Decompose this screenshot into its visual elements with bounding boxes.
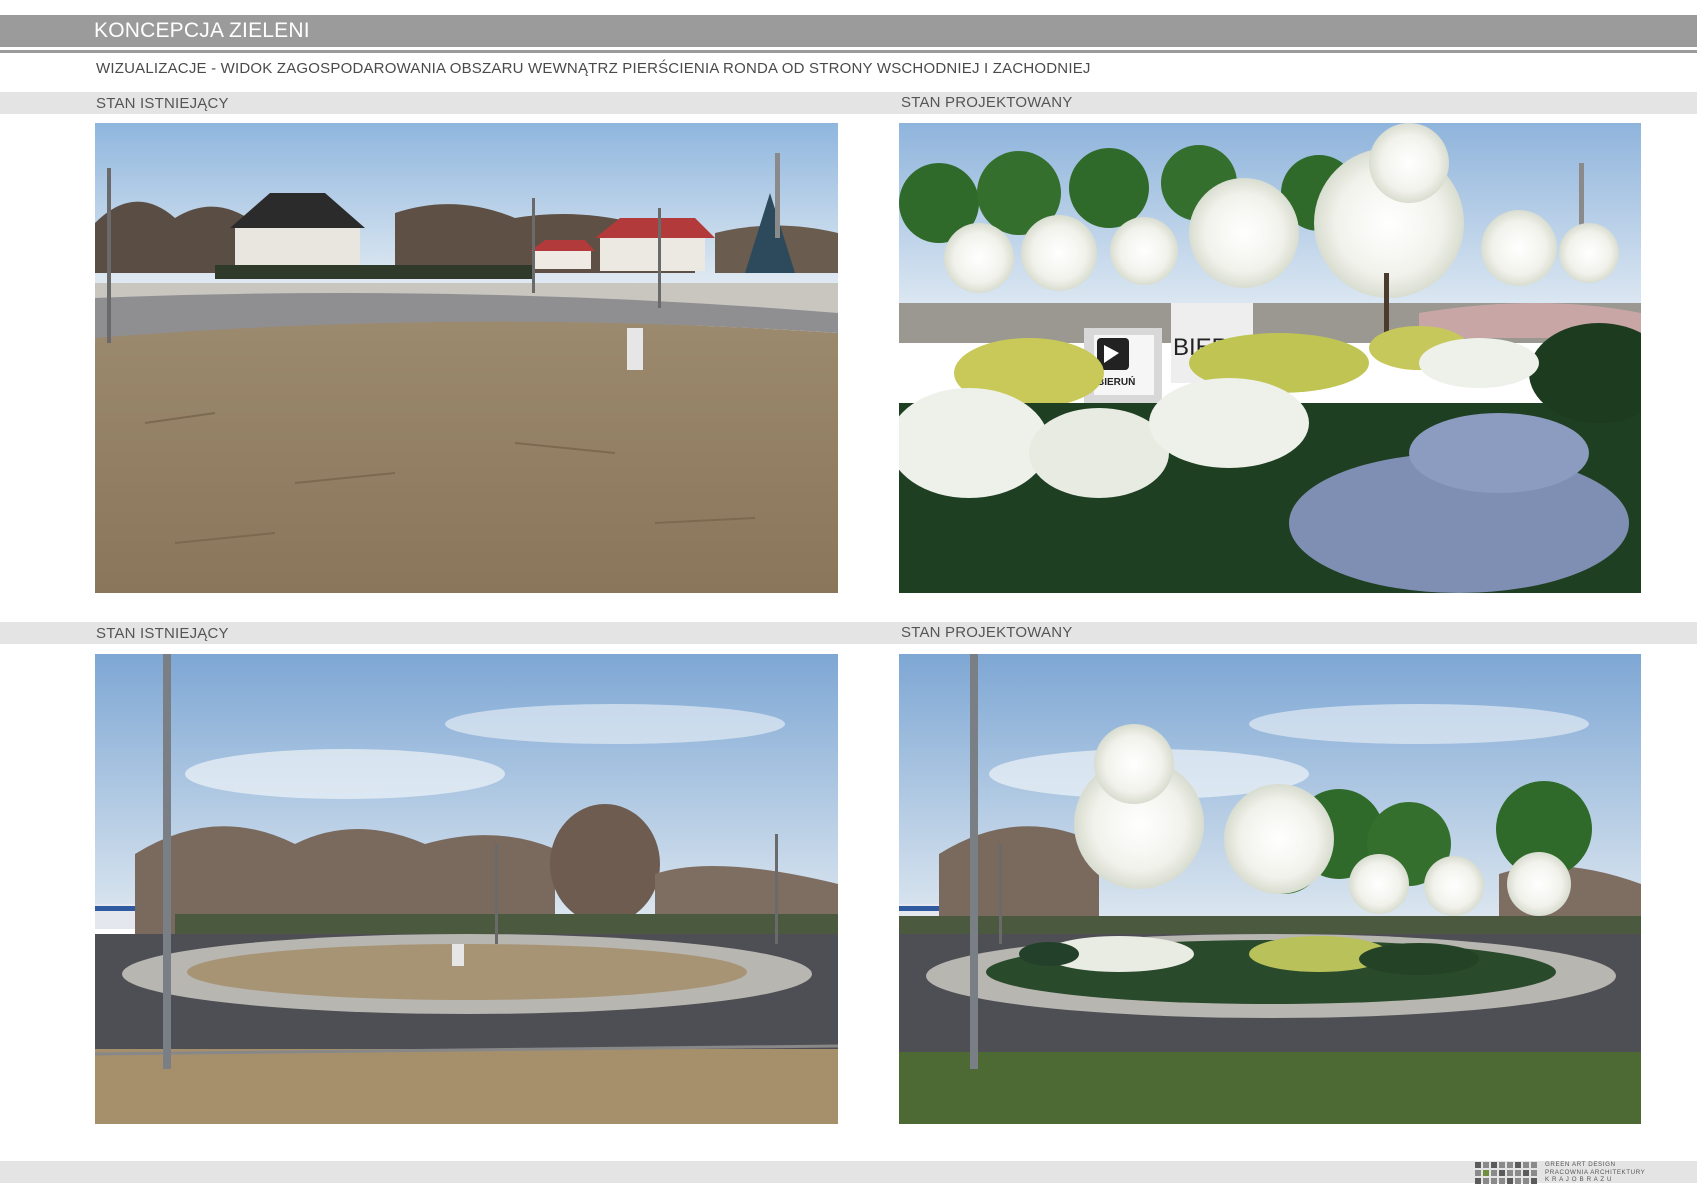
section-band-top xyxy=(0,92,1697,114)
logo-line-2: PRACOWNIA ARCHITEKTURY xyxy=(1545,1168,1646,1176)
footer-band xyxy=(0,1161,1697,1183)
photo-designed-east: BIERUŃ BIERUŃ xyxy=(899,123,1641,593)
photo-existing-west xyxy=(95,654,838,1124)
title-divider xyxy=(0,50,1697,53)
logo-line-1: GREEN ART DESIGN xyxy=(1545,1161,1616,1168)
photo-designed-west xyxy=(899,654,1641,1124)
photo-existing-east xyxy=(95,123,838,593)
label-existing-top: STAN ISTNIEJĄCY xyxy=(96,95,229,112)
label-existing-bottom: STAN ISTNIEJĄCY xyxy=(96,625,229,642)
page-subtitle: WIZUALIZACJE - WIDOK ZAGOSPODAROWANIA OB… xyxy=(96,60,1091,77)
logo-mosaic-icon xyxy=(1475,1162,1539,1184)
footer-logo: GREEN ART DESIGN PRACOWNIA ARCHITEKTURY … xyxy=(1475,1160,1645,1186)
logo-line-3: K R A J O B R A Z U xyxy=(1545,1176,1613,1183)
label-designed-bottom: STAN PROJEKTOWANY xyxy=(901,624,1073,641)
page-title: KONCEPCJA ZIELENI xyxy=(94,19,310,42)
section-band-bottom xyxy=(0,622,1697,644)
logo-text: GREEN ART DESIGN PRACOWNIA ARCHITEKTURY … xyxy=(1545,1161,1645,1184)
label-designed-top: STAN PROJEKTOWANY xyxy=(901,94,1073,111)
